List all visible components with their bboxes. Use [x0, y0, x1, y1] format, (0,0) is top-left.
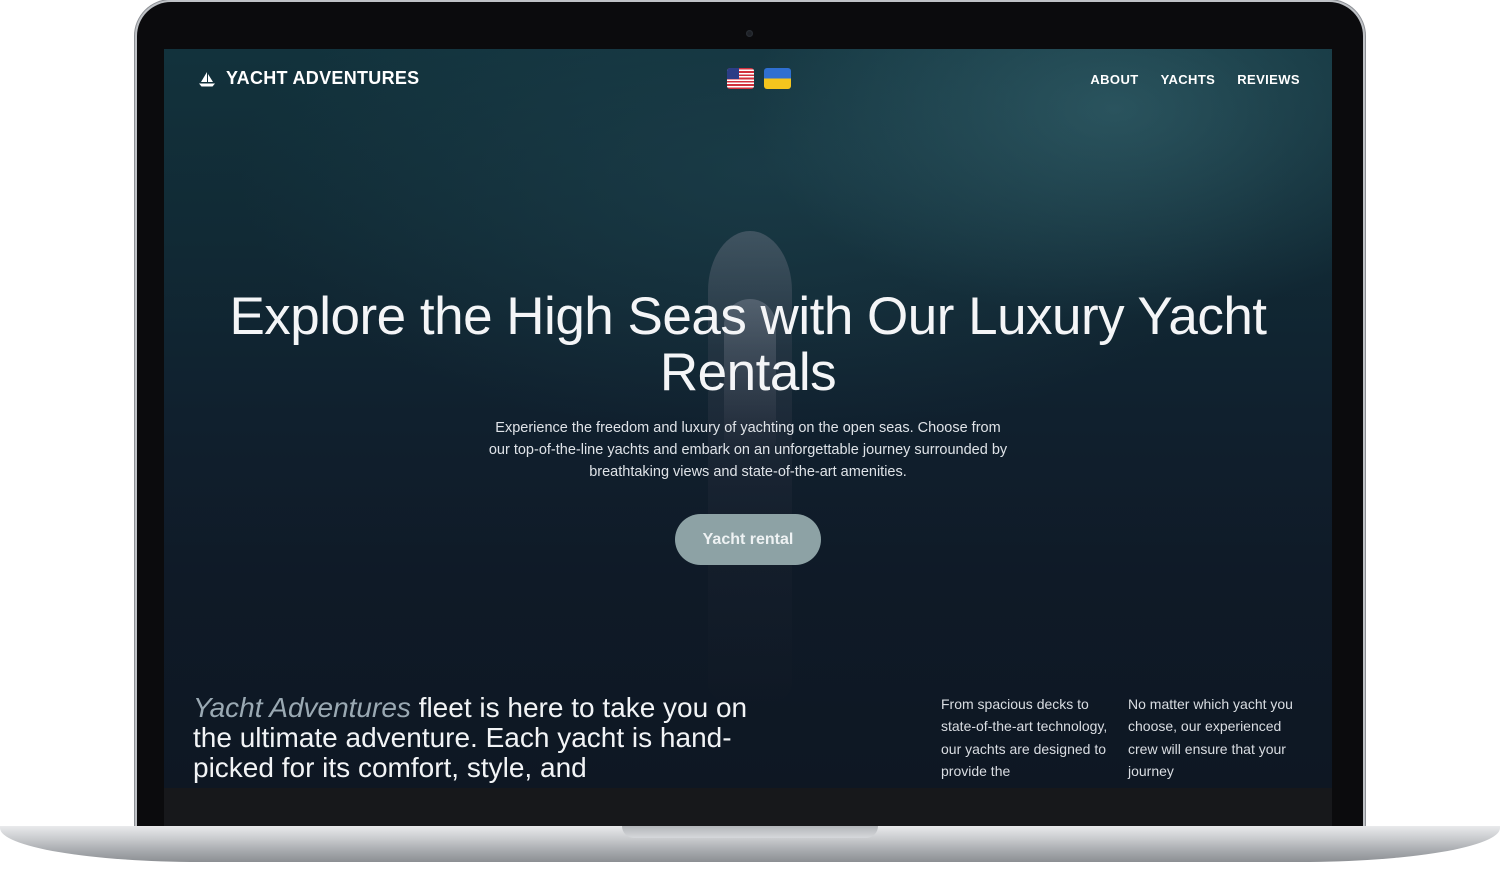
brand-name: YACHT ADVENTURES	[226, 68, 420, 88]
nav-link-reviews[interactable]: REVIEWS	[1237, 72, 1300, 87]
hero-subtitle: Experience the freedom and luxury of yac…	[488, 420, 1008, 480]
yacht-rental-button[interactable]: Yacht rental	[675, 514, 821, 565]
feature-column-2: No matter which yacht you choose, our ex…	[1128, 696, 1293, 779]
feature-column-1: From spacious decks to state-of-the-art …	[941, 696, 1108, 779]
hero-title: Explore the High Seas with Our Luxury Ya…	[229, 287, 1267, 402]
fleet-intro: Yacht Adventures fleet is here to take y…	[193, 693, 753, 783]
nav-link-yachts[interactable]: YACHTS	[1161, 72, 1216, 87]
camera-icon	[746, 30, 753, 37]
language-switcher	[727, 68, 791, 89]
us-flag-icon[interactable]	[727, 68, 754, 89]
nav-link-about[interactable]: ABOUT	[1090, 72, 1138, 87]
brand-logo[interactable]: YACHT ADVENTURES	[198, 68, 420, 89]
fleet-brand-name: Yacht Adventures	[193, 692, 411, 723]
laptop-notch	[622, 826, 878, 838]
sailboat-icon	[199, 71, 215, 86]
ukraine-flag-icon[interactable]	[764, 68, 791, 89]
top-navigation: YACHT ADVENTURES ABOUT YACHTS REVIEWS	[164, 49, 1332, 111]
nav-links: ABOUT YACHTS REVIEWS	[1090, 72, 1300, 87]
laptop-bottom-bezel	[164, 788, 1332, 826]
website-screen: YACHT ADVENTURES ABOUT YACHTS REVIEWS Ex…	[164, 49, 1332, 788]
